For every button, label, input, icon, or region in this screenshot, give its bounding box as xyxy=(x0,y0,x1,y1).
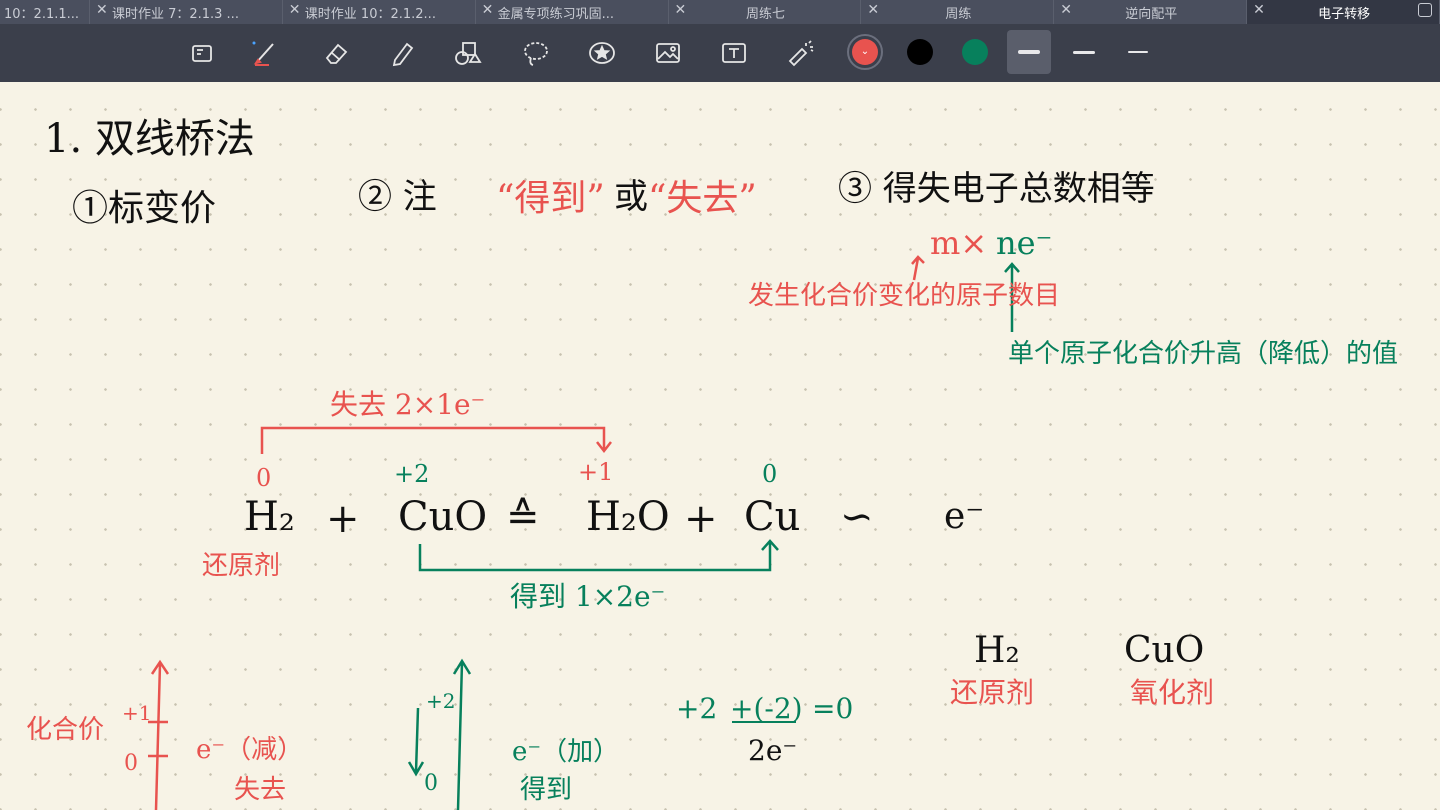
close-icon[interactable]: ✕ xyxy=(1060,2,1072,18)
ox-state-cu2: 0 xyxy=(762,460,777,488)
shapes-icon[interactable] xyxy=(452,37,484,69)
eq-arrow: ≙ xyxy=(506,494,540,540)
close-icon[interactable]: ✕ xyxy=(1253,2,1265,18)
tab-7[interactable]: ✕ 逆向配平 xyxy=(1054,0,1248,24)
gain-electrons-label: 得到 1×2e⁻ xyxy=(510,580,665,613)
note-m-explanation: 发生化合价变化的原子数目 xyxy=(748,281,1060,311)
calc-result: 2e⁻ xyxy=(748,734,797,767)
eq-cuo: CuO xyxy=(398,494,487,540)
note-n-explanation: 单个原子化合价升高（降低）的值 xyxy=(1008,339,1398,369)
lose-electrons-label: 失去 2×1e⁻ xyxy=(330,388,485,421)
eraser-icon[interactable] xyxy=(320,37,352,69)
axis-1-plus1: +1 xyxy=(122,701,151,725)
tab-3[interactable]: ✕ 课时作业 10：2.1.2... xyxy=(283,0,476,24)
sticker-icon[interactable] xyxy=(586,37,618,69)
tab-4[interactable]: ✕ 金属专项练习巩固... xyxy=(476,0,669,24)
eq-cu: Cu xyxy=(744,494,800,540)
image-icon[interactable] xyxy=(652,37,684,69)
eq-h2o: H₂O xyxy=(586,494,670,540)
handwriting-layer: 1. 双线桥法 ①标变价 ② 注 “得到” 或 “失去” ③ 得失电子总数相等 … xyxy=(26,116,1398,810)
color-red-swatch[interactable]: ⌄ xyxy=(852,39,878,65)
close-icon[interactable]: ✕ xyxy=(482,2,494,18)
note-title: 1. 双线桥法 xyxy=(44,116,255,162)
close-icon[interactable]: ✕ xyxy=(96,2,108,18)
calc-expr-1: +2 xyxy=(676,692,717,725)
tab-bar: 10：2.1.1... ✕ 课时作业 7：2.1.3 ... ✕ 课时作业 10：2… xyxy=(0,0,1440,24)
summary-oxidizer: 氧化剂 xyxy=(1130,676,1214,709)
summary-reducer: 还原剂 xyxy=(950,676,1034,709)
note-canvas[interactable]: 1. 双线桥法 ①标变价 ② 注 “得到” 或 “失去” ③ 得失电子总数相等 … xyxy=(0,82,1440,810)
page-icon[interactable] xyxy=(186,37,218,69)
ox-state-h: +1 xyxy=(578,458,613,486)
text-icon[interactable] xyxy=(718,37,750,69)
eq-sim: ∽ xyxy=(840,494,874,540)
stroke-thick-button[interactable] xyxy=(1007,30,1051,74)
window-icon[interactable] xyxy=(1418,3,1432,17)
tab-6[interactable]: ✕ 周练 xyxy=(861,0,1055,24)
calc-expr-3: =0 xyxy=(812,692,853,725)
axis-1-label: 化合价 xyxy=(26,715,104,745)
reducer-label: 还原剂 xyxy=(202,551,280,581)
tab-5[interactable]: ✕ 周练七 xyxy=(669,0,862,24)
step-2-gain: “得到” xyxy=(496,178,605,219)
highlighter-icon[interactable] xyxy=(386,37,418,69)
pen-icon[interactable] xyxy=(250,37,282,69)
axis-2-zero: 0 xyxy=(424,771,438,796)
calc-expr-2: +(-2) xyxy=(730,692,803,725)
step-2-or: 或 xyxy=(614,177,648,217)
close-icon[interactable]: ✕ xyxy=(867,2,879,18)
color-black-swatch[interactable] xyxy=(907,39,933,65)
axis-1-electron: e⁻（减） xyxy=(196,735,303,765)
laser-pointer-icon[interactable] xyxy=(784,37,816,69)
close-icon[interactable]: ✕ xyxy=(675,2,687,18)
chevron-down-icon: ⌄ xyxy=(860,46,870,57)
axis-2-plus2: +2 xyxy=(426,689,455,713)
formula-n: ne⁻ xyxy=(996,224,1052,262)
eq-plus-1: + xyxy=(326,496,360,542)
eq-electron: e⁻ xyxy=(944,496,984,537)
close-icon[interactable]: ✕ xyxy=(289,2,301,18)
axis-2-electron: e⁻（加） xyxy=(512,737,619,767)
step-1: ①标变价 xyxy=(72,188,216,229)
stroke-thin-button[interactable] xyxy=(1116,30,1160,74)
eq-h2: H₂ xyxy=(244,494,295,540)
tab-8-active[interactable]: ✕ 电子转移 xyxy=(1247,0,1440,24)
tab-1[interactable]: 10：2.1.1... xyxy=(0,0,90,24)
color-green-swatch[interactable] xyxy=(962,39,988,65)
stroke-medium-button[interactable] xyxy=(1062,30,1106,74)
lasso-icon[interactable] xyxy=(520,37,552,69)
tab-2[interactable]: ✕ 课时作业 7：2.1.3 ... xyxy=(90,0,283,24)
summary-cuo: CuO xyxy=(1124,630,1204,671)
formula-m: m× xyxy=(930,224,987,262)
step-2-lose: “失去” xyxy=(648,178,757,219)
eq-plus-2: + xyxy=(684,496,718,542)
axis-1-zero: 0 xyxy=(124,751,138,776)
summary-h2: H₂ xyxy=(974,630,1020,671)
axis-2-gain: 得到 xyxy=(520,775,572,805)
step-3: ③ 得失电子总数相等 xyxy=(838,169,1155,209)
step-2-prefix: ② 注 xyxy=(358,177,437,217)
ox-state-cu: +2 xyxy=(394,460,429,488)
axis-1-lose: 失去 xyxy=(234,775,286,805)
toolbar: ⌄ xyxy=(0,24,1440,83)
ox-state-h2: 0 xyxy=(256,464,271,492)
